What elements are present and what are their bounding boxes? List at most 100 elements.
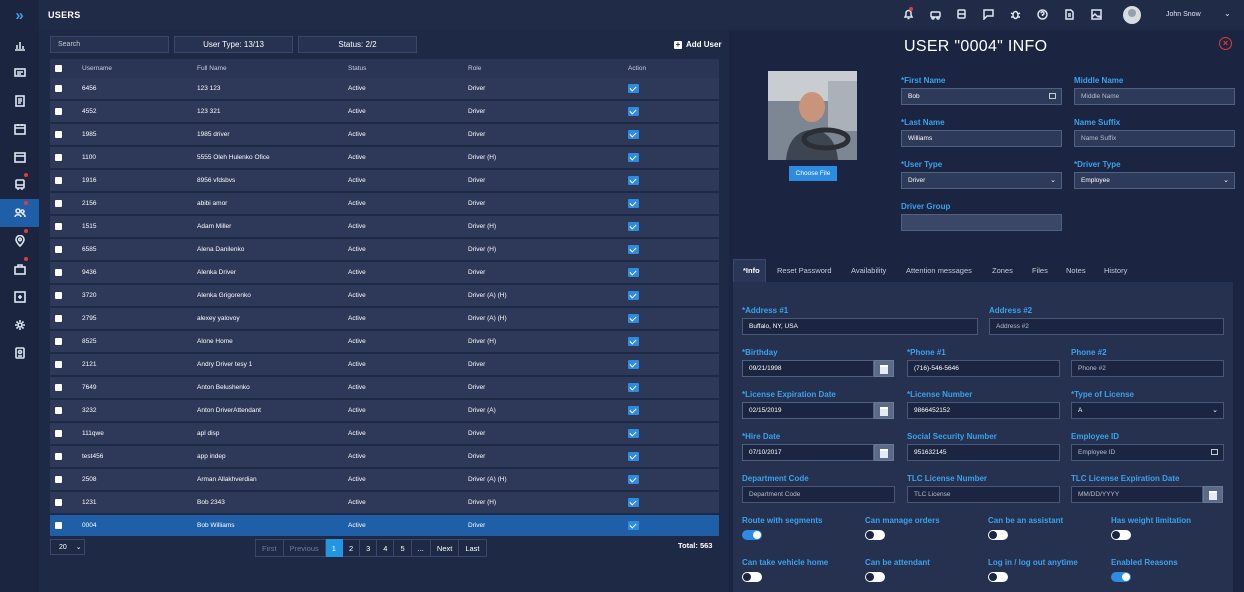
schedule-icon[interactable]	[0, 115, 39, 143]
vehicle-icon[interactable]	[930, 9, 941, 20]
security-icon[interactable]	[0, 339, 39, 367]
mail-icon[interactable]	[628, 199, 639, 208]
mail-icon[interactable]	[628, 452, 639, 461]
toggle-switch[interactable]	[1111, 572, 1131, 582]
phone1-field[interactable]: (716)-546-5646	[907, 360, 1060, 377]
tab-info[interactable]: *Info	[743, 266, 760, 275]
row-checkbox[interactable]	[55, 292, 62, 299]
row-checkbox[interactable]	[55, 407, 62, 414]
toggle-switch[interactable]	[865, 572, 885, 582]
avatar[interactable]	[1123, 6, 1141, 24]
image-icon[interactable]	[1091, 9, 1102, 20]
driver-group-select[interactable]	[901, 214, 1062, 231]
calendar-icon[interactable]	[1203, 486, 1223, 503]
column-header[interactable]: Role	[468, 65, 481, 72]
choose-file-button[interactable]: Choose File	[789, 166, 837, 181]
status-filter[interactable]: Status: 2/2	[298, 36, 417, 53]
user-type-filter[interactable]: User Type: 13/13	[174, 36, 293, 53]
orders-icon[interactable]	[0, 87, 39, 115]
page-3[interactable]: 3	[360, 539, 378, 557]
mail-icon[interactable]	[628, 314, 639, 323]
bug-icon[interactable]	[1010, 9, 1021, 20]
location-icon[interactable]	[0, 227, 39, 255]
mail-icon[interactable]	[628, 337, 639, 346]
driver-type-select[interactable]: Employee ⌄	[1074, 172, 1235, 189]
column-header[interactable]: Status	[348, 65, 366, 72]
calendar-icon[interactable]	[874, 444, 894, 461]
close-icon[interactable]: ×	[1219, 37, 1232, 50]
row-checkbox[interactable]	[55, 108, 62, 115]
table-row[interactable]: 2508 Arman Allakhverdian Active Driver (A) …	[50, 469, 719, 491]
table-row[interactable]: 3232 Anton DriverAttendant Active Driver (A…	[50, 400, 719, 422]
tab-attention-messages[interactable]: Attention messages	[906, 266, 972, 275]
department-code-field[interactable]: Department Code	[742, 486, 895, 503]
mail-icon[interactable]	[628, 130, 639, 139]
mail-icon[interactable]	[628, 521, 639, 530]
last-name-field[interactable]: Williams	[901, 130, 1062, 147]
toggle-switch[interactable]	[742, 530, 762, 540]
page-first[interactable]: First	[255, 539, 284, 557]
tab-history[interactable]: History	[1104, 266, 1127, 275]
page-next[interactable]: Next	[430, 539, 460, 557]
toggle-switch[interactable]	[988, 530, 1008, 540]
toggle-switch[interactable]	[742, 572, 762, 582]
calendar-icon[interactable]	[874, 402, 894, 419]
row-checkbox[interactable]	[55, 522, 62, 529]
page-2[interactable]: 2	[342, 539, 361, 557]
settings-icon[interactable]	[0, 311, 39, 339]
notifications-icon[interactable]	[903, 7, 914, 20]
page-previous[interactable]: Previous	[283, 539, 326, 557]
phone2-field[interactable]: Phone #2	[1071, 360, 1224, 377]
row-checkbox[interactable]	[55, 269, 62, 276]
mail-icon[interactable]	[628, 406, 639, 415]
row-checkbox[interactable]	[55, 131, 62, 138]
user-name[interactable]: John Snow	[1166, 11, 1201, 18]
table-row[interactable]: 2121 Andry Driver tesy 1 Active Driver	[50, 354, 719, 376]
license-exp-field[interactable]: 02/15/2019	[742, 402, 874, 419]
license-type-select[interactable]: A ⌄	[1071, 402, 1224, 419]
row-checkbox[interactable]	[55, 315, 62, 322]
table-row[interactable]: 111qwe apl disp Active Driver	[50, 423, 719, 445]
table-row[interactable]: 1515 Adam Miller Active Driver (H)	[50, 216, 719, 238]
tlc-license-field[interactable]: TLC License	[907, 486, 1060, 503]
mail-icon[interactable]	[628, 268, 639, 277]
messages-icon[interactable]	[0, 59, 39, 87]
chevron-down-icon[interactable]: ⌄	[1224, 9, 1231, 18]
add-user-button[interactable]: + Add User	[674, 40, 722, 49]
address2-field[interactable]: Address #2	[989, 318, 1224, 335]
page-1[interactable]: 1	[325, 539, 343, 557]
table-row[interactable]: 8525 Alone Home Active Driver (H)	[50, 331, 719, 353]
mail-icon[interactable]	[628, 153, 639, 162]
row-checkbox[interactable]	[55, 384, 62, 391]
bus-icon[interactable]	[0, 171, 39, 199]
chat-icon[interactable]	[983, 9, 994, 21]
briefcase-icon[interactable]	[0, 255, 39, 283]
dashboard-icon[interactable]	[0, 31, 39, 59]
table-row[interactable]: 6456 123 123 Active Driver	[50, 78, 719, 100]
row-checkbox[interactable]	[55, 154, 62, 161]
table-row[interactable]: 6585 Alena Danilenko Active Driver (H)	[50, 239, 719, 261]
expand-icon[interactable]: »	[0, 0, 39, 30]
table-row[interactable]: 1916 8956 vfdsbvs Active Driver	[50, 170, 719, 192]
row-checkbox[interactable]	[55, 430, 62, 437]
table-row[interactable]: 4552 123 321 Active Driver	[50, 101, 719, 123]
middle-name-field[interactable]: Middle Name	[1074, 88, 1235, 105]
table-row[interactable]: 7649 Anton Belushenko Active Driver	[50, 377, 719, 399]
row-checkbox[interactable]	[55, 476, 62, 483]
row-checkbox[interactable]	[55, 453, 62, 460]
tab-reset-password[interactable]: Reset Password	[777, 266, 832, 275]
toggle-switch[interactable]	[865, 530, 885, 540]
page-last[interactable]: Last	[459, 539, 487, 557]
mail-icon[interactable]	[628, 245, 639, 254]
mail-icon[interactable]	[628, 429, 639, 438]
bus-top-icon[interactable]	[956, 9, 967, 20]
column-header[interactable]: Username	[82, 65, 112, 72]
table-row[interactable]: 2795 alexey yalovoy Active Driver (A) (H)	[50, 308, 719, 330]
row-checkbox[interactable]	[55, 177, 62, 184]
mail-icon[interactable]	[628, 222, 639, 231]
row-checkbox[interactable]	[55, 361, 62, 368]
toggle-switch[interactable]	[1111, 530, 1131, 540]
help-icon[interactable]	[1037, 9, 1048, 20]
select-all-checkbox[interactable]	[55, 65, 62, 72]
page-ellipsis[interactable]: ...	[411, 539, 431, 557]
